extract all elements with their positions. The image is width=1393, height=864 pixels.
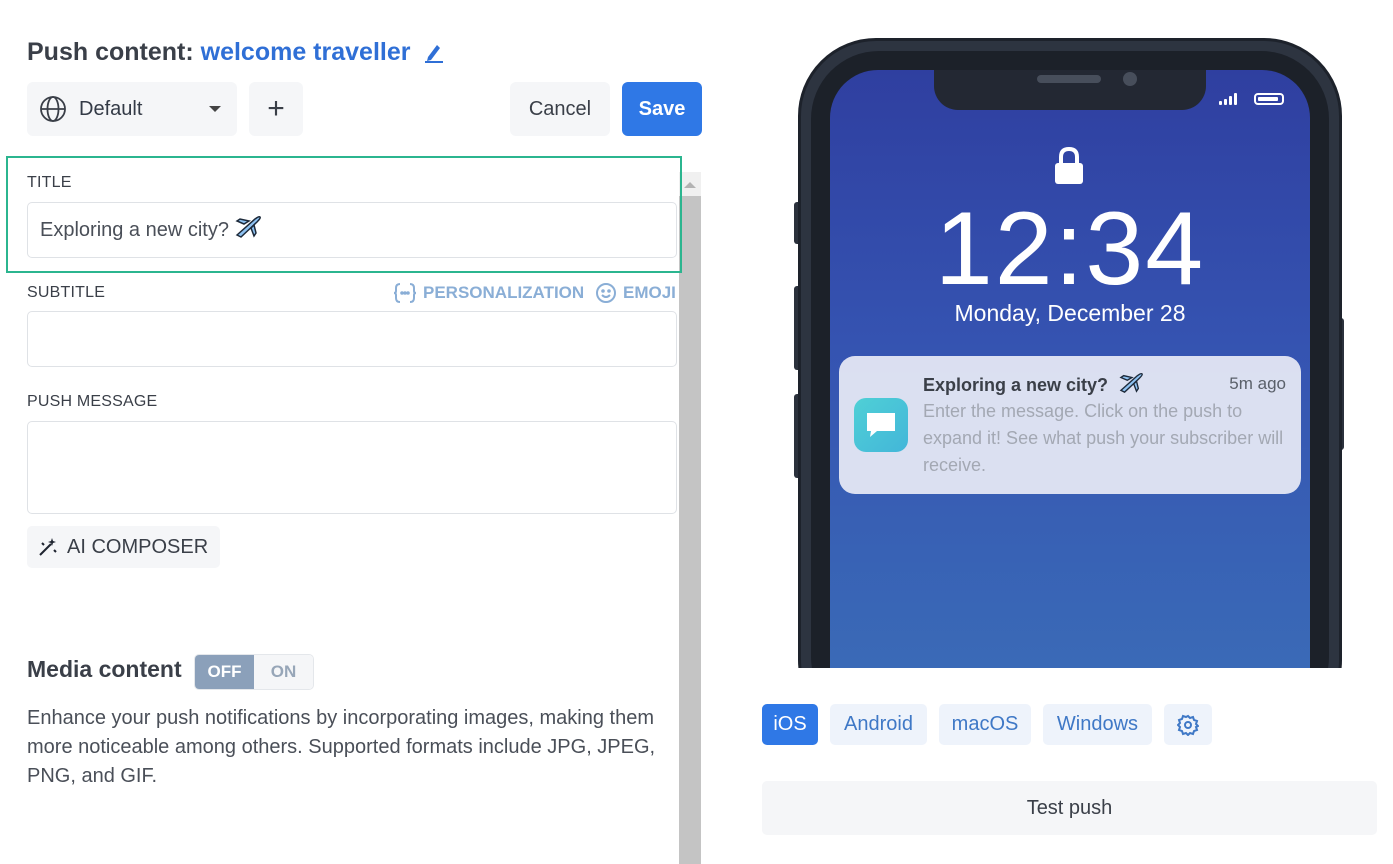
magic-wand-icon (37, 536, 59, 558)
page-title: Push content: welcome traveller (27, 38, 444, 70)
personalization-label: PERSONALIZATION (423, 283, 585, 302)
media-content-title: Media content (27, 656, 182, 682)
tab-windows[interactable]: Windows (1043, 704, 1152, 745)
title-label: TITLE (27, 174, 72, 191)
title-input-value: Exploring a new city? (40, 218, 229, 241)
subtitle-label: SUBTITLE (27, 284, 106, 301)
notification-title-text: Exploring a new city? (923, 375, 1109, 395)
app-chat-icon (854, 398, 908, 452)
notification-body: Enter the message. Click on the push to … (923, 401, 1284, 475)
personalization-button[interactable]: PERSONALIZATION (393, 282, 584, 304)
airplane-emoji-icon (235, 215, 261, 245)
tab-macos[interactable]: macOS (939, 704, 1031, 745)
tab-ios[interactable]: iOS (762, 704, 818, 745)
notification-title: Exploring a new city? (923, 372, 1143, 399)
language-select[interactable]: Default (27, 82, 237, 136)
smiley-icon (595, 282, 617, 304)
pencil-icon[interactable] (425, 41, 444, 70)
gear-icon (1177, 714, 1199, 736)
emoji-label: EMOJI (623, 283, 676, 302)
campaign-name: welcome traveller (200, 38, 411, 66)
cancel-button[interactable]: Cancel (510, 82, 610, 136)
airplane-emoji-icon (1119, 372, 1143, 399)
ai-composer-label: AI COMPOSER (67, 535, 209, 558)
battery-icon (1254, 93, 1284, 105)
lock-icon (1054, 146, 1084, 191)
chevron-down-icon (209, 106, 221, 112)
tab-android[interactable]: Android (830, 704, 927, 745)
push-message-textarea[interactable] (27, 421, 677, 514)
preview-settings-button[interactable] (1164, 704, 1212, 745)
toggle-off-option[interactable]: OFF (195, 655, 254, 689)
language-select-label: Default (79, 97, 143, 120)
page-title-prefix: Push content: (27, 38, 194, 66)
media-content-description: Enhance your push notifications by incor… (27, 707, 656, 787)
braces-icon (393, 282, 417, 304)
signal-icon (1219, 93, 1237, 105)
toggle-on-option[interactable]: ON (254, 655, 313, 689)
scroll-up-arrow-icon[interactable] (684, 182, 696, 188)
phone-camera (1123, 72, 1137, 86)
add-language-button[interactable]: + (249, 82, 303, 136)
media-content-toggle[interactable]: OFF ON (194, 654, 314, 690)
emoji-button[interactable]: EMOJI (595, 282, 676, 304)
save-button[interactable]: Save (622, 82, 702, 136)
lockscreen-time: 12:34 (934, 191, 1206, 307)
globe-icon (39, 95, 67, 123)
notification-preview[interactable]: Exploring a new city? 5m ago Enter the m… (839, 356, 1301, 494)
test-push-button[interactable]: Test push (762, 781, 1377, 835)
phone-speaker (1037, 75, 1101, 83)
notification-time: 5m ago (1229, 374, 1286, 393)
title-input[interactable]: Exploring a new city? (27, 202, 677, 258)
push-message-label: PUSH MESSAGE (27, 393, 158, 410)
ai-composer-button[interactable]: AI COMPOSER (27, 526, 220, 568)
lockscreen-date: Monday, December 28 (954, 300, 1186, 326)
subtitle-input[interactable] (27, 311, 677, 367)
